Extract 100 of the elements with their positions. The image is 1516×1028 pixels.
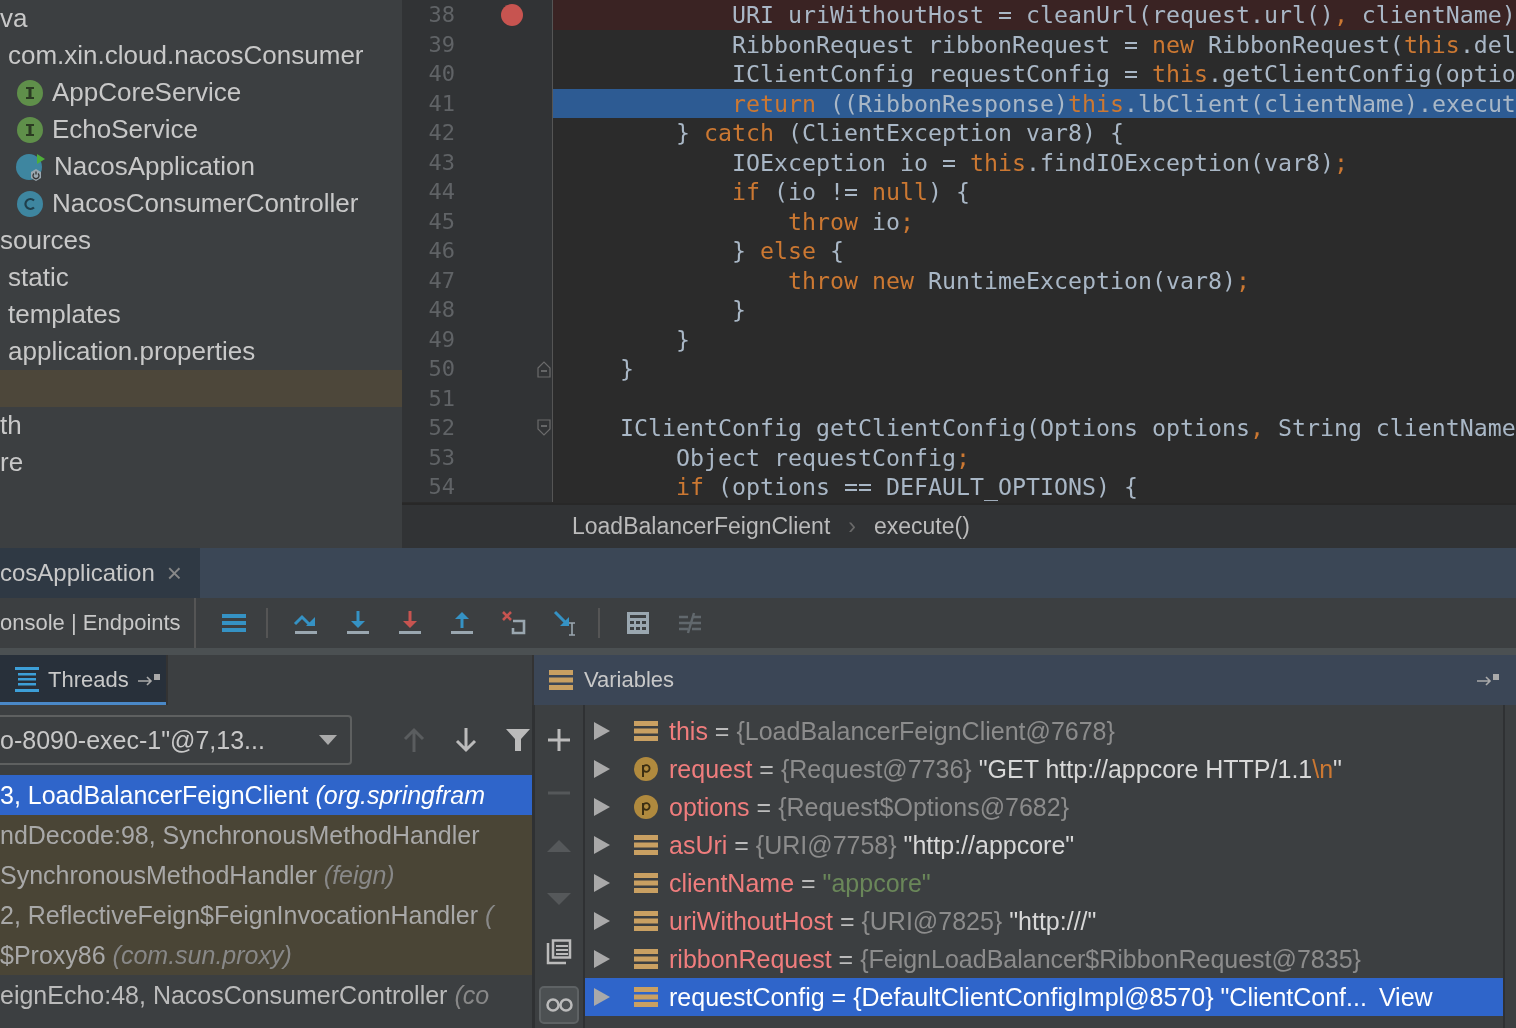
panel-title: Variables (584, 667, 675, 693)
variable-text: clientName = "appcore" (669, 868, 931, 898)
variable-row[interactable]: uriWithoutHost = {URI@7825} "http:///" (585, 902, 1503, 940)
copy-icon (546, 939, 572, 965)
frame-row[interactable]: 2, ReflectiveFeign$FeignInvocationHandler ( (0, 895, 532, 935)
code-line: IClientConfig requestConfig = this.getClientConfig(optio (730, 59, 1516, 89)
filter-icon[interactable] (504, 726, 532, 754)
variable-text: asUri = {URI@7758} "http://appcore" (669, 830, 1075, 860)
tree-item-label: static (8, 262, 69, 293)
class-icon (16, 189, 44, 218)
down-triangle-icon (547, 893, 571, 905)
expand-arrow-icon[interactable] (593, 949, 611, 969)
tree-item[interactable]: application.properties (8, 333, 402, 370)
frame-text: ndDecode:98, SynchronousMethodHandler (0, 820, 480, 850)
tree-item-label: NacosApplication (54, 151, 255, 182)
glasses-button[interactable] (539, 986, 579, 1024)
frame-text: eignEcho:48, NacosConsumerController (co (0, 980, 490, 1010)
code-line: } catch (ClientException var8) { (674, 118, 1125, 148)
fold-icon[interactable] (536, 359, 552, 378)
variable-text: uriWithoutHost = {URI@7825} "http:///" (669, 906, 1097, 936)
class-icon (16, 151, 46, 182)
tree-item[interactable]: th (0, 407, 402, 444)
frame-row[interactable]: ndDecode:98, SynchronousMethodHandler (0, 815, 532, 855)
code-line: if (options == DEFAULT_OPTIONS) { (674, 472, 1139, 502)
breadcrumb-separator: › (848, 513, 856, 540)
run-tab[interactable]: cosApplication × (0, 548, 200, 598)
parameter-icon (633, 756, 659, 782)
view-link[interactable]: View (1378, 982, 1433, 1012)
variable-row[interactable]: requestConfig = {DefaultClientConfigImpl@8570} "ClientConf... View (585, 978, 1503, 1016)
variable-text: request = {Request@7736} "GET http://appcore HTTP/1.1\n" (669, 754, 1342, 784)
frame-row[interactable]: eignEcho:48, NacosConsumerController (co (0, 975, 532, 1015)
tree-item[interactable]: va (0, 0, 402, 37)
tree-item-label: va (0, 3, 28, 34)
variable-icon (633, 947, 659, 971)
restore-icon[interactable] (1476, 673, 1500, 687)
tree-item-label: sources (0, 225, 92, 256)
threads-tab[interactable]: Threads (0, 655, 168, 705)
variable-row[interactable]: request = {Request@7736} "GET http://appcore HTTP/1.1\n" (585, 750, 1503, 788)
tree-item-label: NacosConsumerController (52, 188, 359, 219)
frame-row[interactable]: 3, LoadBalancerFeignClient (org.springfram (0, 775, 532, 815)
tree-item[interactable]: NacosConsumerController (16, 185, 402, 222)
tree-item[interactable]: NacosApplication (16, 148, 402, 185)
frame-row[interactable]: $Proxy86 (com.sun.proxy) (0, 935, 532, 975)
code-line: throw io; (786, 206, 915, 236)
tree-item[interactable]: com.xin.cloud.nacosConsumer (8, 37, 402, 74)
glasses-icon (545, 998, 573, 1012)
variable-row[interactable]: this = {LoadBalancerFeignClient@7678} (585, 712, 1503, 750)
tree-item[interactable]: re (0, 444, 402, 481)
tree-item[interactable]: AppCoreService (16, 74, 402, 111)
frame-text: $Proxy86 (com.sun.proxy) (0, 940, 292, 970)
breadcrumb[interactable]: execute() (873, 513, 970, 540)
variable-row[interactable]: options = {Request$Options@7682} (585, 788, 1503, 826)
breakpoint-icon[interactable] (500, 2, 524, 27)
code-line: IOException io = this.findIOException(var8); (730, 147, 1349, 177)
variable-text: ribbonRequest = {FeignLoadBalancer$RibbonRequest@7835} (669, 944, 1361, 974)
expand-arrow-icon[interactable] (593, 759, 611, 779)
caret-icon (318, 734, 338, 746)
code-line: IClientConfig getClientConfig(Options options, String clientName (619, 413, 1516, 443)
variable-icon (633, 909, 659, 933)
expand-arrow-icon[interactable] (593, 835, 611, 855)
expand-arrow-icon[interactable] (593, 911, 611, 931)
step-out-icon[interactable] (448, 609, 476, 637)
thread-dropdown[interactable]: o-8090-exec-1"@7,13... (0, 715, 352, 765)
code-line: RibbonRequest ribbonRequest = new RibbonRequest(this.del (730, 29, 1516, 59)
step-into-icon[interactable] (344, 609, 372, 637)
tree-item-label: AppCoreService (52, 77, 242, 108)
restore-icon[interactable] (136, 673, 161, 687)
variable-icon (633, 985, 659, 1009)
variable-icon (548, 668, 574, 692)
tab-strip-label[interactable]: onsole | Endpoints (0, 598, 196, 648)
tree-item[interactable]: static (8, 259, 402, 296)
fold-icon[interactable] (536, 418, 552, 437)
calculator-icon[interactable] (624, 609, 652, 637)
tree-item-label: th (0, 410, 22, 441)
step-into-icon[interactable] (396, 609, 424, 637)
variable-text: requestConfig = {DefaultClientConfigImpl@8570} "ClientConf... (669, 982, 1367, 1012)
code-line: } (619, 354, 635, 384)
tree-item[interactable]: templates (8, 296, 402, 333)
threads-icon (14, 666, 40, 694)
drop-frame-icon[interactable] (500, 609, 528, 637)
tree-item-label: re (0, 447, 24, 478)
expand-arrow-icon[interactable] (593, 987, 611, 1007)
tree-item-label: application.properties (8, 336, 256, 367)
expand-arrow-icon[interactable] (593, 721, 611, 741)
interface-icon (16, 78, 44, 107)
add-icon (547, 728, 571, 752)
variable-row[interactable]: ribbonRequest = {FeignLoadBalancer$RibbonRequest@7835} (585, 940, 1503, 978)
variable-row[interactable]: clientName = "appcore" (585, 864, 1503, 902)
tree-item-label: com.xin.cloud.nacosConsumer (8, 40, 364, 71)
frame-row[interactable]: SynchronousMethodHandler (feign) (0, 855, 532, 895)
expand-arrow-icon[interactable] (593, 873, 611, 893)
code-line: throw new RuntimeException(var8); (786, 265, 1251, 295)
tree-item[interactable]: sources (0, 222, 402, 259)
frame-text: 2, ReflectiveFeign$FeignInvocationHandler ( (0, 900, 494, 930)
close-button[interactable]: × (166, 557, 182, 589)
expand-arrow-icon[interactable] (593, 797, 611, 817)
variable-row[interactable]: asUri = {URI@7758} "http://appcore" (585, 826, 1503, 864)
tree-item[interactable]: EchoService (16, 111, 402, 148)
tree-item-label: EchoService (52, 114, 198, 145)
breadcrumb[interactable]: LoadBalancerFeignClient (572, 513, 831, 540)
